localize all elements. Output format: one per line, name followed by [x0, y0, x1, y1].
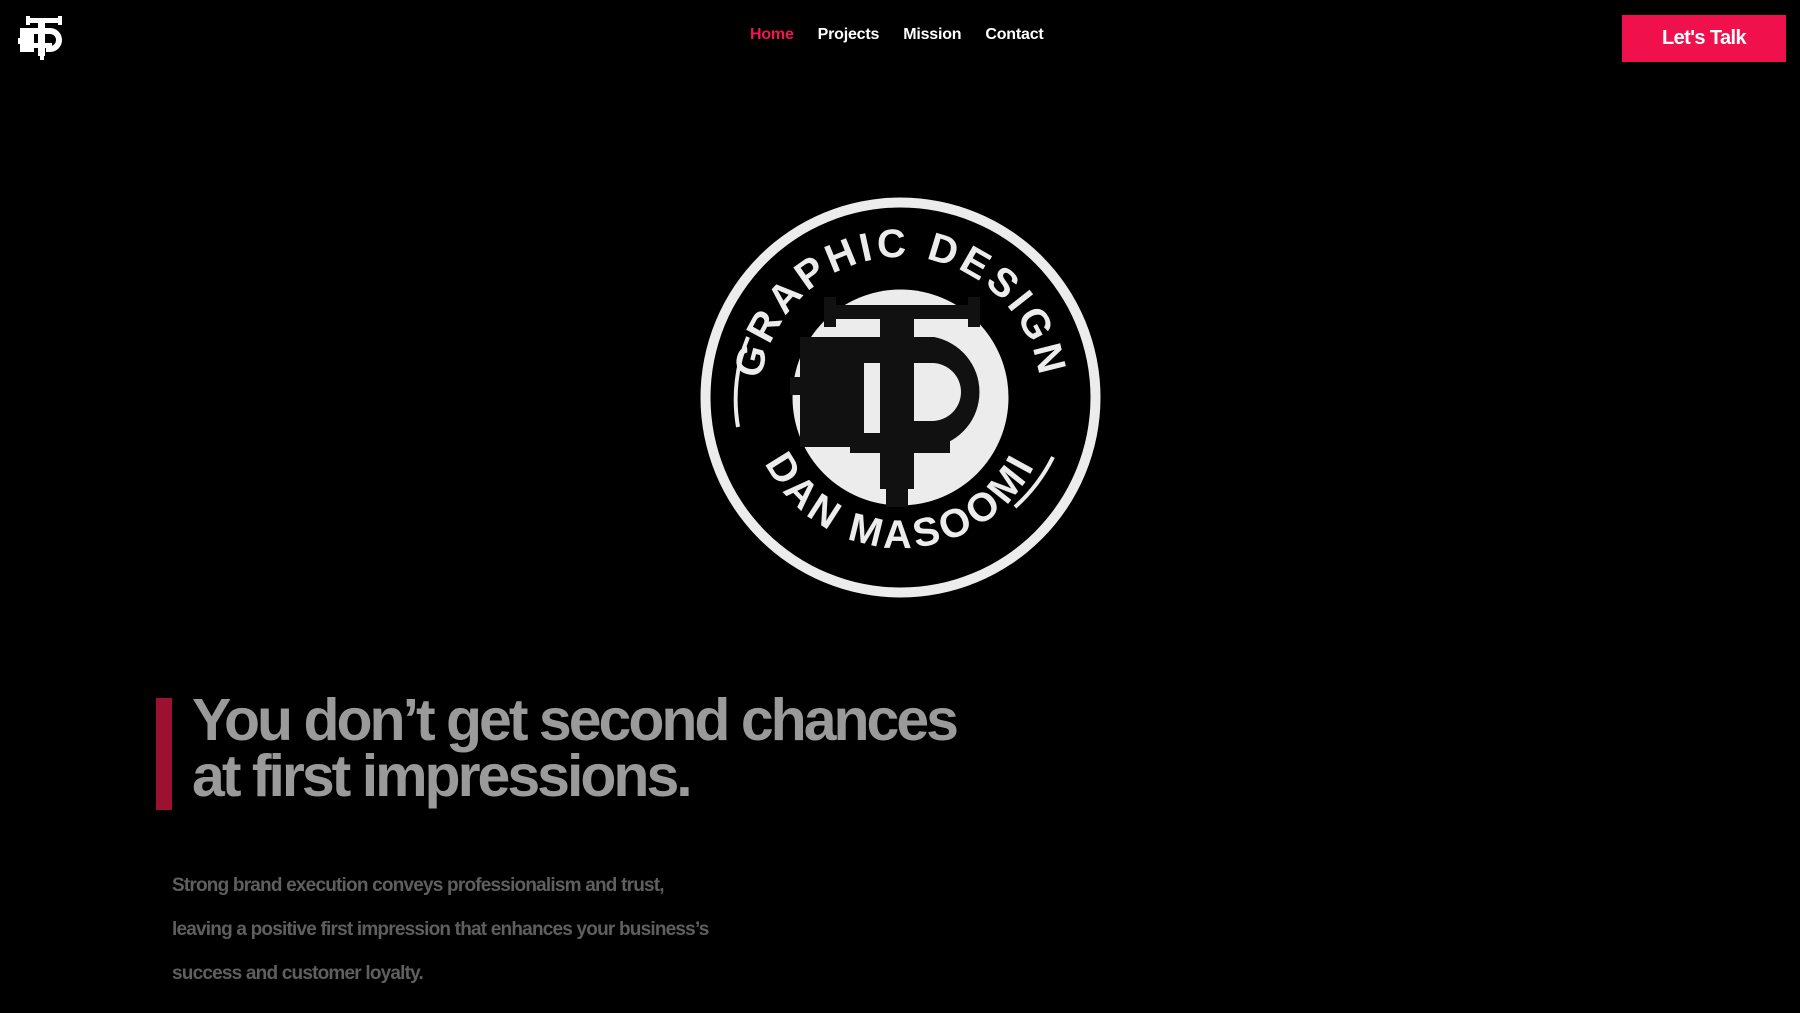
nav-projects[interactable]: Projects — [818, 26, 880, 44]
site-header: Home Projects Mission Contact Let's Talk — [0, 0, 1800, 76]
hero-subtext: Strong brand execution conveys professio… — [172, 864, 792, 996]
nav-contact[interactable]: Contact — [985, 26, 1043, 44]
headline-accent-bar — [156, 698, 172, 810]
lets-talk-button[interactable]: Let's Talk — [1622, 15, 1786, 62]
hero-headline: You don’t get second chances at first im… — [192, 687, 1092, 809]
main-nav: Home Projects Mission Contact — [750, 26, 1044, 44]
brand-badge-logo: GRAPHIC DESIGN DAN MASOOMI — [700, 197, 1101, 598]
subtext-line-1: Strong brand execution conveys professio… — [172, 875, 665, 896]
headline-line-2: at first impressions. — [192, 743, 693, 809]
nav-mission[interactable]: Mission — [903, 26, 961, 44]
monogram-logo-icon[interactable] — [18, 16, 70, 60]
subtext-line-3: success and customer loyalty. — [172, 963, 424, 984]
nav-home[interactable]: Home — [750, 26, 794, 44]
subtext-line-2: leaving a positive first impression that… — [172, 919, 709, 940]
headline-line-1: You don’t get second chances — [192, 687, 959, 753]
